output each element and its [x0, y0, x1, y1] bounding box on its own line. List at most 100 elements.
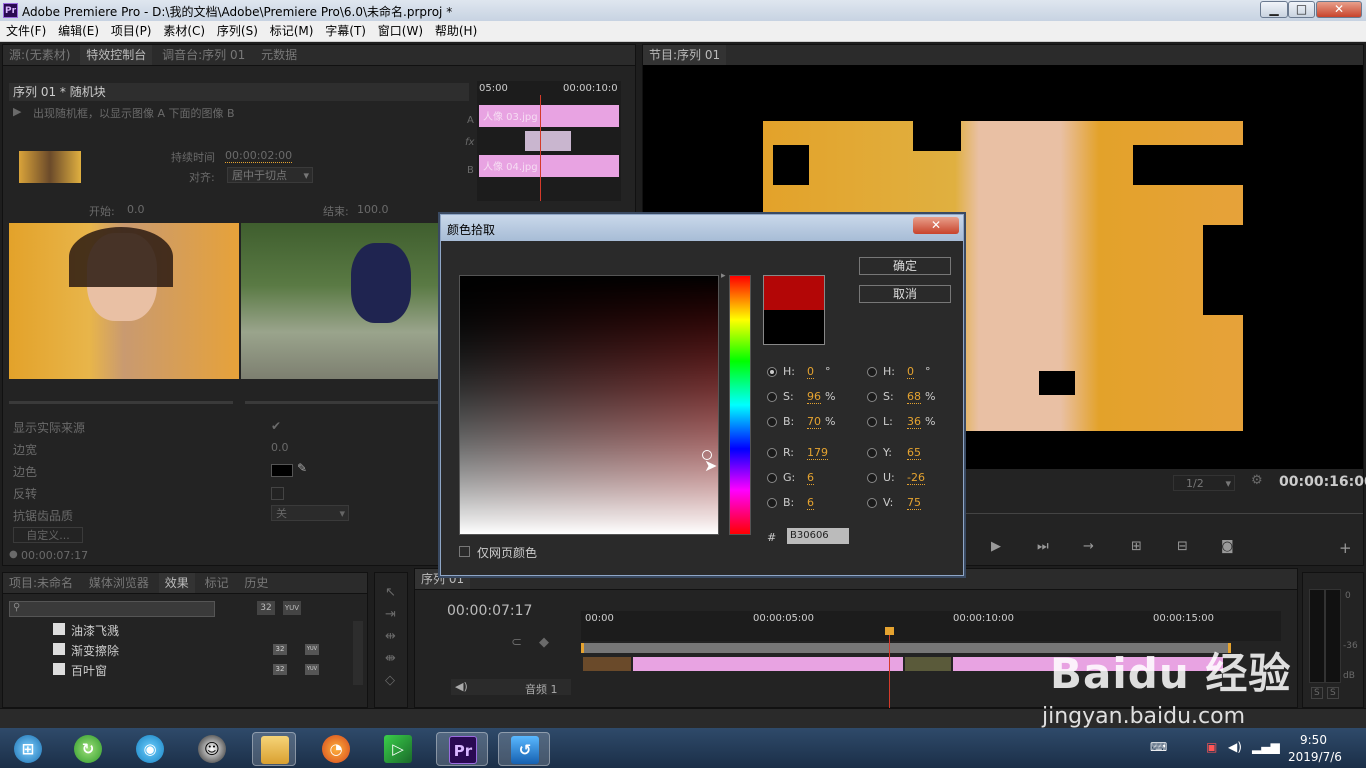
minimize-button[interactable]: ▁: [1260, 1, 1288, 18]
hue-slider[interactable]: [729, 275, 751, 535]
old-color-swatch[interactable]: [764, 310, 824, 344]
program-scrubber[interactable]: [963, 513, 1363, 514]
timeline-playhead[interactable]: [889, 629, 890, 709]
tab-effect-controls[interactable]: 特效控制台: [80, 45, 153, 65]
menu-sequence[interactable]: 序列(S): [211, 21, 258, 41]
color-field-value[interactable]: 96: [807, 390, 821, 404]
color-mode-radio[interactable]: [767, 392, 777, 402]
effects-search-input[interactable]: ⚲: [9, 601, 215, 617]
tab-media-browser[interactable]: 媒体浏览器: [83, 573, 155, 593]
taskbar-app-4[interactable]: [252, 732, 296, 766]
list-item[interactable]: 油漆飞溅: [9, 621, 349, 639]
snap-icon[interactable]: ⊂: [511, 635, 522, 650]
ok-button[interactable]: 确定: [859, 257, 951, 275]
tab-program[interactable]: 节目:序列 01: [643, 45, 727, 65]
menu-help[interactable]: 帮助(H): [429, 21, 477, 41]
taskbar-app-5[interactable]: ◔: [314, 732, 358, 766]
playhead-handle[interactable]: [885, 627, 894, 635]
program-timecode[interactable]: 00:00:16:00: [1279, 474, 1366, 490]
timeline-current-time[interactable]: 00:00:07:17: [447, 603, 532, 619]
menu-edit[interactable]: 编辑(E): [52, 21, 99, 41]
clock-date[interactable]: 2019/7/6: [1288, 750, 1342, 764]
clip-a[interactable]: 人像 03.jpg: [479, 105, 619, 127]
zoom-dropdown[interactable]: 1/2 ▾: [1173, 475, 1235, 491]
menu-window[interactable]: 窗口(W): [372, 21, 423, 41]
step-forward-icon[interactable]: ⏭: [1037, 539, 1049, 554]
color-field[interactable]: ➤: [459, 275, 719, 535]
slider-b[interactable]: [245, 401, 469, 404]
end-value[interactable]: 100.0: [357, 203, 389, 216]
keyboard-icon[interactable]: ⌨: [1150, 740, 1167, 754]
menu-file[interactable]: 文件(F): [0, 21, 46, 41]
video-clip-thumb[interactable]: [905, 657, 951, 671]
hue-slider-arrow-icon[interactable]: ▸: [721, 271, 726, 281]
network-alert-icon[interactable]: ▣: [1206, 740, 1217, 754]
custom-button[interactable]: 自定义...: [13, 527, 83, 543]
volume-icon[interactable]: ◀): [1228, 740, 1242, 754]
rate-stretch-tool-icon[interactable]: ⇼: [385, 651, 396, 666]
cancel-button[interactable]: 取消: [859, 285, 951, 303]
prop-show-source-check[interactable]: ✔: [271, 419, 281, 433]
taskbar-app-3[interactable]: ☺: [190, 732, 234, 766]
lift-icon[interactable]: ⊞: [1131, 539, 1142, 554]
timeline-ruler[interactable]: 00:00 00:00:05:00 00:00:10:00 00:00:15:0…: [581, 611, 1281, 641]
menu-title[interactable]: 字幕(T): [319, 21, 366, 41]
taskbar-premiere[interactable]: Pr: [436, 732, 488, 766]
extract-icon[interactable]: ⊟: [1177, 539, 1188, 554]
color-field-value[interactable]: 70: [807, 415, 821, 429]
color-field-value[interactable]: -26: [907, 471, 925, 485]
color-mode-radio[interactable]: [767, 367, 777, 377]
duration-value[interactable]: 00:00:02:00: [225, 149, 293, 163]
color-mode-radio[interactable]: [867, 417, 877, 427]
filter-yuv-badge[interactable]: YUV: [283, 601, 301, 615]
shuttle-right-icon[interactable]: →: [1083, 539, 1094, 554]
transition-block[interactable]: [525, 131, 571, 151]
speaker-icon[interactable]: ◀): [455, 680, 468, 693]
color-mode-radio[interactable]: [767, 473, 777, 483]
color-field-value[interactable]: 179: [807, 446, 828, 460]
effect-current-time[interactable]: 00:00:07:17: [21, 549, 88, 562]
clock-time[interactable]: 9:50: [1300, 733, 1327, 747]
tab-metadata[interactable]: 元数据: [255, 45, 303, 65]
color-field-value[interactable]: 0: [807, 365, 814, 379]
prop-border-width-value[interactable]: 0.0: [271, 441, 289, 454]
color-field-value[interactable]: 65: [907, 446, 921, 460]
tab-project[interactable]: 项目:未命名: [3, 573, 79, 593]
antialias-dropdown[interactable]: 关 ▾: [271, 505, 349, 521]
effects-scrollbar[interactable]: [353, 621, 363, 685]
slider-a[interactable]: [9, 401, 233, 404]
color-field-value[interactable]: 68: [907, 390, 921, 404]
color-mode-radio[interactable]: [867, 498, 877, 508]
start-value[interactable]: 0.0: [127, 203, 145, 216]
clip-b[interactable]: 人像 04.jpg: [479, 155, 619, 177]
camera-icon[interactable]: ◙: [1221, 539, 1234, 554]
color-field-value[interactable]: 6: [807, 471, 814, 485]
color-field-value[interactable]: 0: [907, 365, 914, 379]
taskbar-app-2[interactable]: ◉: [128, 732, 172, 766]
color-mode-radio[interactable]: [867, 448, 877, 458]
color-field-value[interactable]: 75: [907, 496, 921, 510]
eyedropper-icon[interactable]: ✎: [297, 461, 307, 475]
solo-left-button[interactable]: S: [1311, 687, 1323, 699]
taskbar-app-1[interactable]: ↻: [66, 732, 110, 766]
tab-audio-mixer[interactable]: 调音台:序列 01: [156, 45, 251, 65]
taskbar-app-8[interactable]: ↺: [498, 732, 550, 766]
play-icon[interactable]: ▶: [991, 539, 1001, 554]
play-preview-icon[interactable]: ▶: [13, 105, 21, 118]
taskbar-app-6[interactable]: ▷: [376, 732, 420, 766]
ripple-tool-icon[interactable]: ⇹: [385, 629, 396, 644]
solo-right-button[interactable]: S: [1327, 687, 1339, 699]
color-mode-radio[interactable]: [767, 498, 777, 508]
tab-source[interactable]: 源:(无素材): [3, 45, 76, 65]
list-item[interactable]: 渐变擦除 32 YUV: [9, 641, 349, 659]
color-field-value[interactable]: 6: [807, 496, 814, 510]
wrench-icon[interactable]: ⚙: [1251, 473, 1263, 488]
list-item[interactable]: 百叶窗 32 YUV: [9, 661, 349, 679]
add-button-icon[interactable]: +: [1339, 539, 1352, 557]
hex-input[interactable]: B30606: [787, 528, 849, 544]
tab-history[interactable]: 历史: [238, 573, 274, 593]
video-clip[interactable]: [633, 657, 903, 671]
color-mode-radio[interactable]: [767, 417, 777, 427]
maximize-button[interactable]: □: [1288, 1, 1315, 18]
close-button[interactable]: ✕: [1316, 1, 1362, 18]
